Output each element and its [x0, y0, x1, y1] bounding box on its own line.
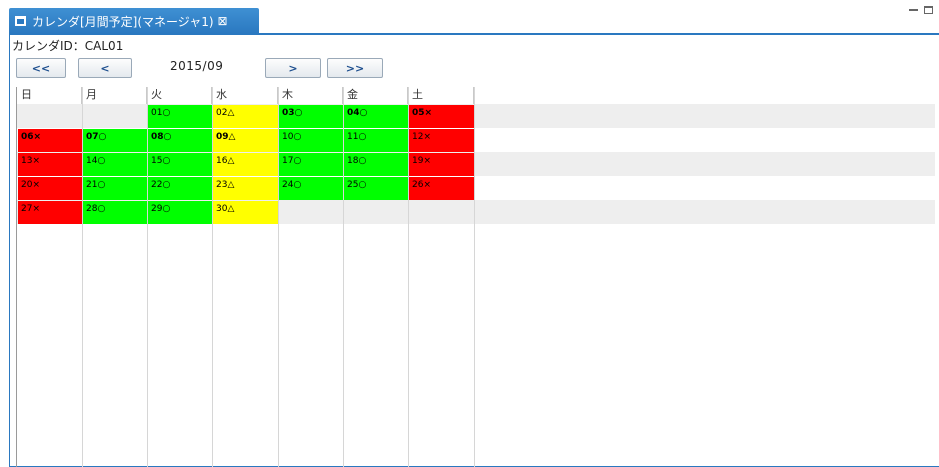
day-cell[interactable]: 29○ [148, 201, 212, 224]
day-cell[interactable]: 26× [409, 177, 474, 200]
day-cell[interactable]: 23△ [213, 177, 278, 200]
day-cell[interactable]: 11○ [344, 129, 408, 152]
next-month-button[interactable]: > [265, 58, 321, 78]
prev-month-button[interactable]: < [78, 58, 132, 78]
day-cell[interactable]: 17○ [279, 153, 343, 176]
weekday-header-sat: 土 [408, 87, 474, 104]
grid-divider [474, 87, 475, 467]
day-cell[interactable]: 28○ [83, 201, 147, 224]
first-month-button[interactable]: << [16, 58, 66, 78]
month-grid: 日 月 火 水 木 金 土 01○ 02△ 03○ 04○ 05× 06× 07○ 08○ 09… [16, 87, 935, 467]
day-cell[interactable]: 06× [18, 129, 82, 152]
close-icon[interactable]: ⊠ [218, 14, 228, 28]
day-cell[interactable]: 12× [409, 129, 474, 152]
calendar-id-label: カレンダID：CAL01 [12, 39, 124, 53]
day-cell[interactable]: 25○ [344, 177, 408, 200]
day-cell[interactable]: 08○ [148, 129, 212, 152]
day-cell[interactable]: 15○ [148, 153, 212, 176]
day-cell[interactable]: 05× [409, 105, 474, 128]
day-cell[interactable]: 13× [18, 153, 82, 176]
calendar-panel: カレンダID：CAL01 << < 2015/09 > >> 日 月 火 水 木… [9, 35, 939, 467]
tab-monthly-calendar[interactable]: カレンダ[月間予定](マネージャ1) ⊠ [9, 8, 259, 34]
day-cell[interactable]: 09△ [213, 129, 278, 152]
day-cell[interactable]: 30△ [213, 201, 278, 224]
tab-title: カレンダ[月間予定](マネージャ1) [32, 14, 214, 29]
weekday-header-mon: 月 [82, 87, 147, 104]
day-cell[interactable]: 04○ [344, 105, 408, 128]
day-cell[interactable]: 14○ [83, 153, 147, 176]
weekday-header-sun: 日 [17, 87, 82, 104]
day-cell[interactable]: 21○ [83, 177, 147, 200]
day-cell[interactable]: 16△ [213, 153, 278, 176]
last-month-button[interactable]: >> [327, 58, 383, 78]
day-cell[interactable]: 22○ [148, 177, 212, 200]
day-cell[interactable]: 03○ [279, 105, 343, 128]
day-cell[interactable]: 10○ [279, 129, 343, 152]
window-icon [15, 16, 26, 26]
weekday-header-tue: 火 [147, 87, 212, 104]
day-cell[interactable]: 18○ [344, 153, 408, 176]
view-controls [909, 6, 933, 17]
day-cell[interactable]: 07○ [83, 129, 147, 152]
day-cell[interactable]: 27× [18, 201, 82, 224]
weekday-header-thu: 木 [278, 87, 343, 104]
day-cell[interactable]: 01○ [148, 105, 212, 128]
minimize-icon[interactable] [909, 9, 918, 17]
day-cell[interactable]: 19× [409, 153, 474, 176]
current-month-label: 2015/09 [170, 59, 224, 73]
weekday-header-wed: 水 [212, 87, 278, 104]
day-cell[interactable]: 02△ [213, 105, 278, 128]
day-cell[interactable]: 20× [18, 177, 82, 200]
tab-bar: カレンダ[月間予定](マネージャ1) ⊠ [0, 0, 939, 34]
weekday-header-fri: 金 [343, 87, 408, 104]
maximize-icon[interactable] [924, 6, 933, 14]
day-cell[interactable]: 24○ [279, 177, 343, 200]
